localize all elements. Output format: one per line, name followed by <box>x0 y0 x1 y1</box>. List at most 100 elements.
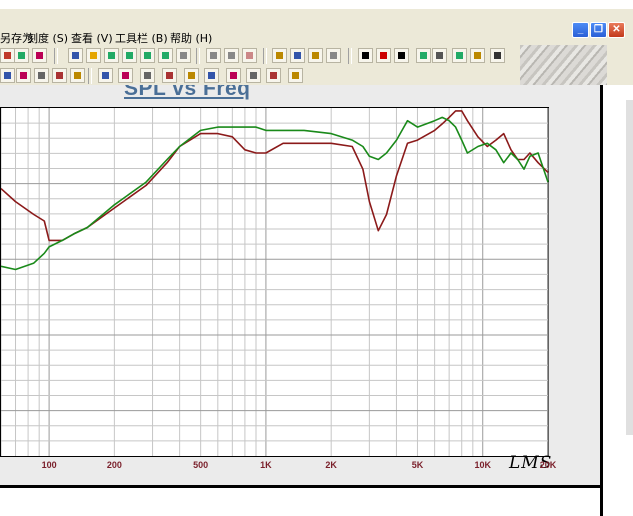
toolbar-button[interactable] <box>176 48 191 63</box>
toolbar-button[interactable] <box>376 48 391 63</box>
toolbar-button[interactable] <box>118 68 133 83</box>
toolbar-button[interactable] <box>68 48 83 63</box>
toolbar-glyph-icon <box>420 52 427 59</box>
toolbar-glyph-icon <box>494 52 501 59</box>
x-tick-label: 5K <box>411 460 424 470</box>
toolbar-button[interactable] <box>416 48 431 63</box>
toolbar-separator <box>348 48 352 64</box>
toolbar-glyph-icon <box>90 52 97 59</box>
toolbar-button[interactable] <box>246 68 261 83</box>
menu-bar: 另存为 刻度 (S) 查看 (V) 工具栏 (B) 帮助 (H) _ ❐ ✕ <box>0 9 633 45</box>
toolbar-glyph-icon <box>312 52 319 59</box>
toolbar-button[interactable] <box>432 48 447 63</box>
toolbar-button[interactable] <box>326 48 341 63</box>
toolbar-glyph-icon <box>166 72 173 79</box>
toolbar-glyph-icon <box>162 52 169 59</box>
toolbar-button[interactable] <box>158 48 173 63</box>
toolbar-glyph-icon <box>398 52 405 59</box>
toolbar-glyph-icon <box>36 52 43 59</box>
menu-help[interactable]: 帮助 (H) <box>170 30 212 46</box>
toolbar-glyph-icon <box>4 72 11 79</box>
toolbar-button[interactable] <box>86 48 101 63</box>
toolbar-button[interactable] <box>288 68 303 83</box>
toolbar-button[interactable] <box>184 68 199 83</box>
toolbar-glyph-icon <box>210 52 217 59</box>
toolbar-separator <box>88 68 92 84</box>
toolbar-glyph-icon <box>436 52 443 59</box>
vertical-scrollbar[interactable] <box>626 100 633 435</box>
toolbar-button[interactable] <box>0 68 15 83</box>
toolbar-button[interactable] <box>242 48 257 63</box>
frequency-response-plot <box>0 108 549 456</box>
toolbar-row-2 <box>0 66 520 86</box>
toolbar-glyph-icon <box>72 52 79 59</box>
toolbar-glyph-icon <box>292 72 299 79</box>
toolbar-button[interactable] <box>70 68 85 83</box>
toolbar-separator <box>263 48 267 64</box>
toolbar-button[interactable] <box>34 68 49 83</box>
marble-decoration <box>520 45 607 85</box>
toolbar-glyph-icon <box>330 52 337 59</box>
toolbar-glyph-icon <box>74 72 81 79</box>
x-tick-label: 2K <box>325 460 337 470</box>
toolbar-button[interactable] <box>490 48 505 63</box>
close-button[interactable]: ✕ <box>608 22 625 38</box>
toolbar-button[interactable] <box>52 68 67 83</box>
toolbar-glyph-icon <box>180 52 187 59</box>
toolbar-button[interactable] <box>122 48 137 63</box>
menu-view[interactable]: 查看 (V) <box>71 30 113 46</box>
toolbar-separator <box>196 48 200 64</box>
toolbar-button[interactable] <box>14 48 29 63</box>
toolbar-glyph-icon <box>380 52 387 59</box>
toolbar-glyph-icon <box>144 52 151 59</box>
toolbar-button[interactable] <box>98 68 113 83</box>
toolbar-button[interactable] <box>290 48 305 63</box>
x-tick-label: 200 <box>106 460 122 470</box>
toolbar-button[interactable] <box>266 68 281 83</box>
series-line-green <box>0 116 549 271</box>
toolbar-row-1 <box>0 46 520 66</box>
toolbar-button[interactable] <box>452 48 467 63</box>
toolbar-button[interactable] <box>224 48 239 63</box>
toolbar-button[interactable] <box>394 48 409 63</box>
plot-area[interactable]: LMS <box>0 107 551 473</box>
toolbar-button[interactable] <box>104 48 119 63</box>
toolbar-button[interactable] <box>32 48 47 63</box>
toolbar-separator <box>54 48 58 64</box>
toolbar-glyph-icon <box>362 52 369 59</box>
toolbar-button[interactable] <box>0 48 15 63</box>
toolbar-button[interactable] <box>16 68 31 83</box>
toolbar-button[interactable] <box>358 48 373 63</box>
toolbar-button[interactable] <box>272 48 287 63</box>
x-tick-label: 500 <box>193 460 209 470</box>
toolbar-button[interactable] <box>206 48 221 63</box>
toolbar-button[interactable] <box>162 68 177 83</box>
toolbar-glyph-icon <box>474 52 481 59</box>
toolbar-button[interactable] <box>204 68 219 83</box>
restore-button[interactable]: ❐ <box>590 22 607 38</box>
toolbar-glyph-icon <box>4 52 11 59</box>
toolbar-glyph-icon <box>228 52 235 59</box>
toolbar-glyph-icon <box>270 72 277 79</box>
toolbar-glyph-icon <box>126 52 133 59</box>
toolbar-button[interactable] <box>470 48 485 63</box>
toolbar-glyph-icon <box>20 72 27 79</box>
toolbar-glyph-icon <box>456 52 463 59</box>
toolbar-glyph-icon <box>294 52 301 59</box>
x-tick-label: 1K <box>260 460 272 470</box>
toolbar-button[interactable] <box>140 48 155 63</box>
toolbar-button[interactable] <box>226 68 241 83</box>
minimize-button[interactable]: _ <box>572 22 589 38</box>
toolbar-glyph-icon <box>208 72 215 79</box>
toolbar-button[interactable] <box>140 68 155 83</box>
toolbar-button[interactable] <box>308 48 323 63</box>
toolbar-glyph-icon <box>108 52 115 59</box>
menu-toolbar[interactable]: 工具栏 (B) <box>115 30 168 46</box>
chart-window: SPL vs Freq LMS 100 200 500 1K 2K 5K 10K 20K <box>0 85 602 485</box>
toolbar-glyph-icon <box>122 72 129 79</box>
toolbar-glyph-icon <box>188 72 195 79</box>
toolbar-glyph-icon <box>102 72 109 79</box>
toolbar-glyph-icon <box>38 72 45 79</box>
chart-title: SPL vs Freq <box>124 85 251 100</box>
menu-scale[interactable]: 刻度 (S) <box>27 30 68 46</box>
